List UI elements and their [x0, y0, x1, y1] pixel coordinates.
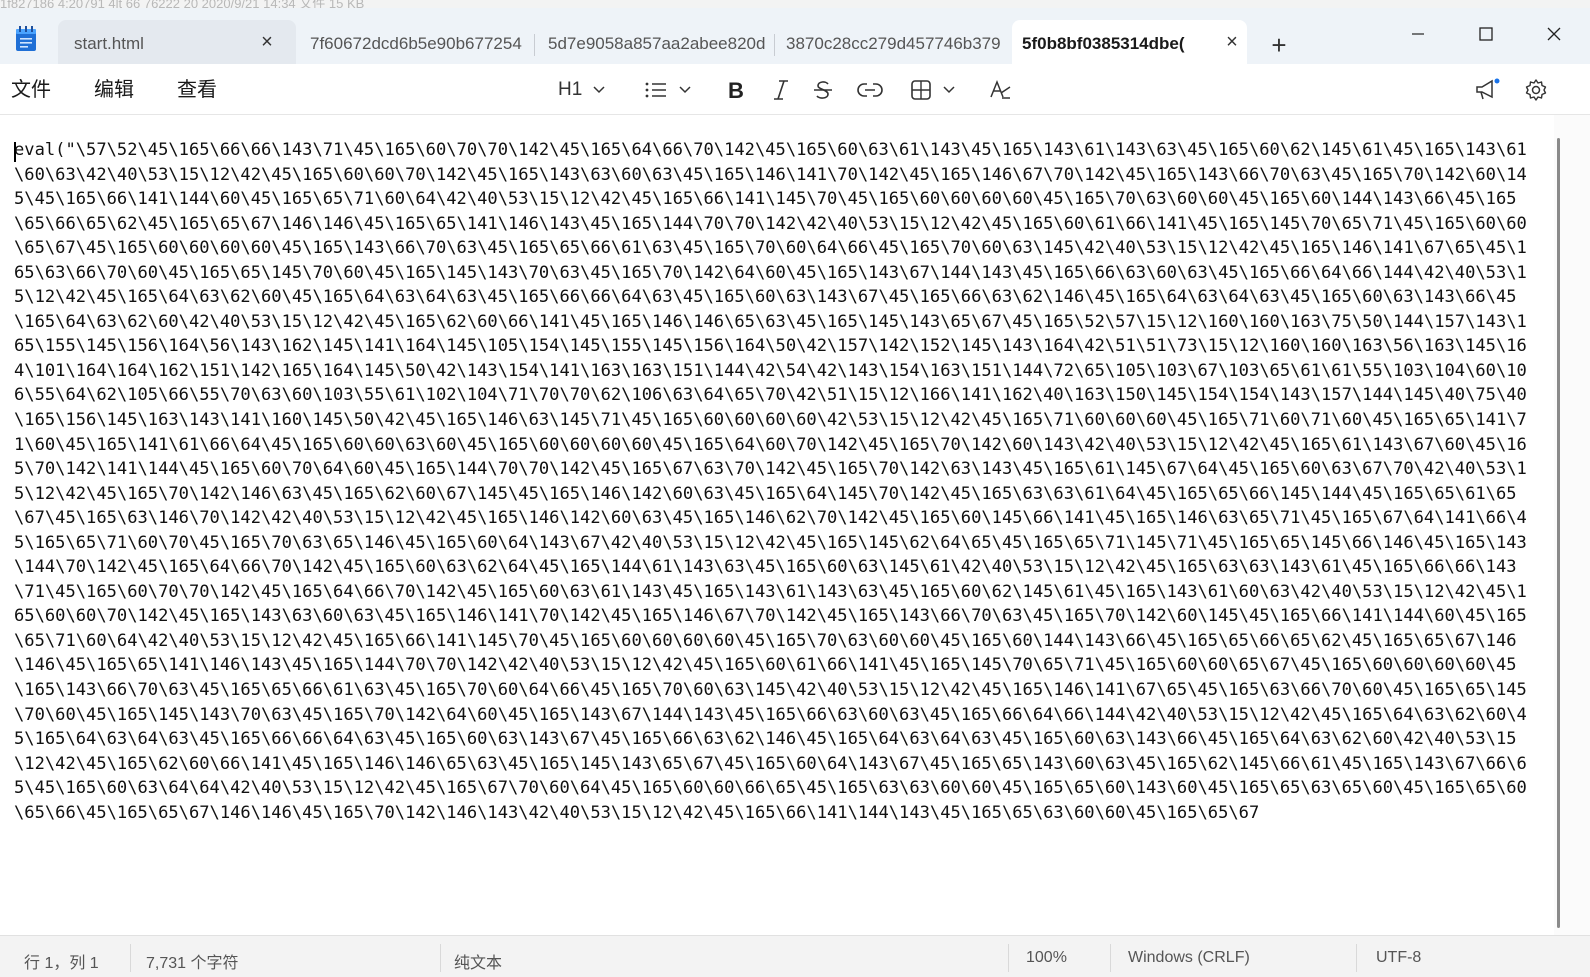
settings-button[interactable] — [1524, 76, 1548, 104]
link-icon — [857, 83, 883, 97]
italic-icon — [774, 80, 788, 100]
tab-label: 5d7e9058a857aa2abee820d — [548, 34, 766, 53]
megaphone-icon — [1476, 78, 1500, 100]
zoom-level[interactable]: 100% — [1026, 949, 1067, 967]
clear-formatting-button[interactable] — [988, 76, 1012, 104]
tab-start-html-close-icon[interactable]: × — [257, 31, 277, 53]
chevron-down-icon — [679, 86, 691, 94]
close-window-button[interactable] — [1520, 16, 1588, 52]
table-icon — [911, 80, 931, 100]
close-icon — [1547, 27, 1561, 41]
tab-file-3[interactable]: 5d7e9058a857aa2abee820d — [536, 20, 772, 68]
tab-active-file[interactable]: 5f0b8bf0385314dbe( — [1012, 20, 1247, 68]
chevron-down-icon — [943, 86, 955, 94]
background-strip-text: 1f827186 4:20791 4lt 66 76222 20 2020/9/… — [0, 0, 365, 8]
tab-file-4[interactable]: 3870c28cc279d457746b379 — [774, 20, 1010, 68]
scrollbar-thumb[interactable] — [1557, 138, 1560, 928]
editor-content[interactable]: eval("\57\52\45\165\66\66\143\71\45\165\… — [14, 138, 1534, 825]
bold-button[interactable]: B — [726, 76, 744, 104]
menu-edit[interactable]: 编辑 — [94, 74, 134, 104]
tab-label: 7f60672dcd6b5e90b677254 — [310, 34, 522, 53]
status-divider — [1356, 944, 1357, 972]
tab-file-2[interactable]: 7f60672dcd6b5e90b677254 — [298, 20, 530, 68]
tab-label: 3870c28cc279d457746b379 — [786, 34, 1001, 53]
list-dropdown[interactable] — [644, 76, 692, 104]
line-ending[interactable]: Windows (CRLF) — [1128, 949, 1250, 967]
menu-toolbar: 文件 编辑 查看 H1 B — [0, 64, 1590, 115]
tab-label: 5f0b8bf0385314dbe( — [1022, 34, 1185, 53]
tab-active-close-icon[interactable]: × — [1222, 31, 1242, 53]
strikethrough-icon — [814, 81, 832, 99]
menu-view[interactable]: 查看 — [177, 74, 217, 104]
strikethrough-button[interactable] — [812, 76, 834, 104]
notepad-app-icon — [14, 26, 38, 52]
cursor-position: 行 1，列 1 — [24, 955, 99, 972]
clear-formatting-icon — [990, 79, 1011, 99]
heading-label: H1 — [558, 79, 583, 100]
chevron-down-icon — [593, 86, 605, 94]
tab-label: start.html — [74, 34, 144, 53]
maximize-icon — [1479, 27, 1493, 41]
minimize-button[interactable] — [1384, 16, 1452, 52]
bullet-list-icon — [645, 82, 666, 98]
status-divider — [130, 944, 131, 972]
bold-icon: B — [728, 79, 744, 101]
whats-new-button[interactable] — [1474, 76, 1500, 104]
status-divider — [440, 944, 441, 972]
svg-text:B: B — [728, 79, 744, 101]
heading-dropdown[interactable]: H1 — [558, 76, 606, 104]
minimize-icon — [1412, 33, 1424, 35]
status-bar: 行 1，列 1 7,731 个字符 纯文本 100% Windows (CRLF… — [0, 935, 1590, 977]
table-dropdown[interactable] — [910, 76, 956, 104]
text-editor[interactable]: eval("\57\52\45\165\66\66\143\71\45\165\… — [0, 115, 1554, 935]
status-divider — [1110, 944, 1111, 972]
gear-icon — [1525, 79, 1547, 101]
tab-separator — [534, 34, 535, 56]
menu-file[interactable]: 文件 — [11, 74, 51, 104]
status-divider — [1008, 944, 1009, 972]
character-count: 7,731 个字符 — [146, 955, 239, 972]
title-bar: start.html × 7f60672dcd6b5e90b677254 5d7… — [0, 8, 1590, 68]
encoding[interactable]: UTF-8 — [1376, 949, 1421, 967]
text-format[interactable]: 纯文本 — [454, 949, 502, 973]
link-button[interactable] — [857, 76, 883, 104]
background-window-strip: 1f827186 4:20791 4lt 66 76222 20 2020/9/… — [0, 0, 1590, 8]
new-tab-plus-icon[interactable]: + — [1264, 30, 1294, 60]
maximize-button[interactable] — [1452, 16, 1520, 52]
italic-button[interactable] — [772, 76, 790, 104]
text-caret — [14, 142, 16, 162]
